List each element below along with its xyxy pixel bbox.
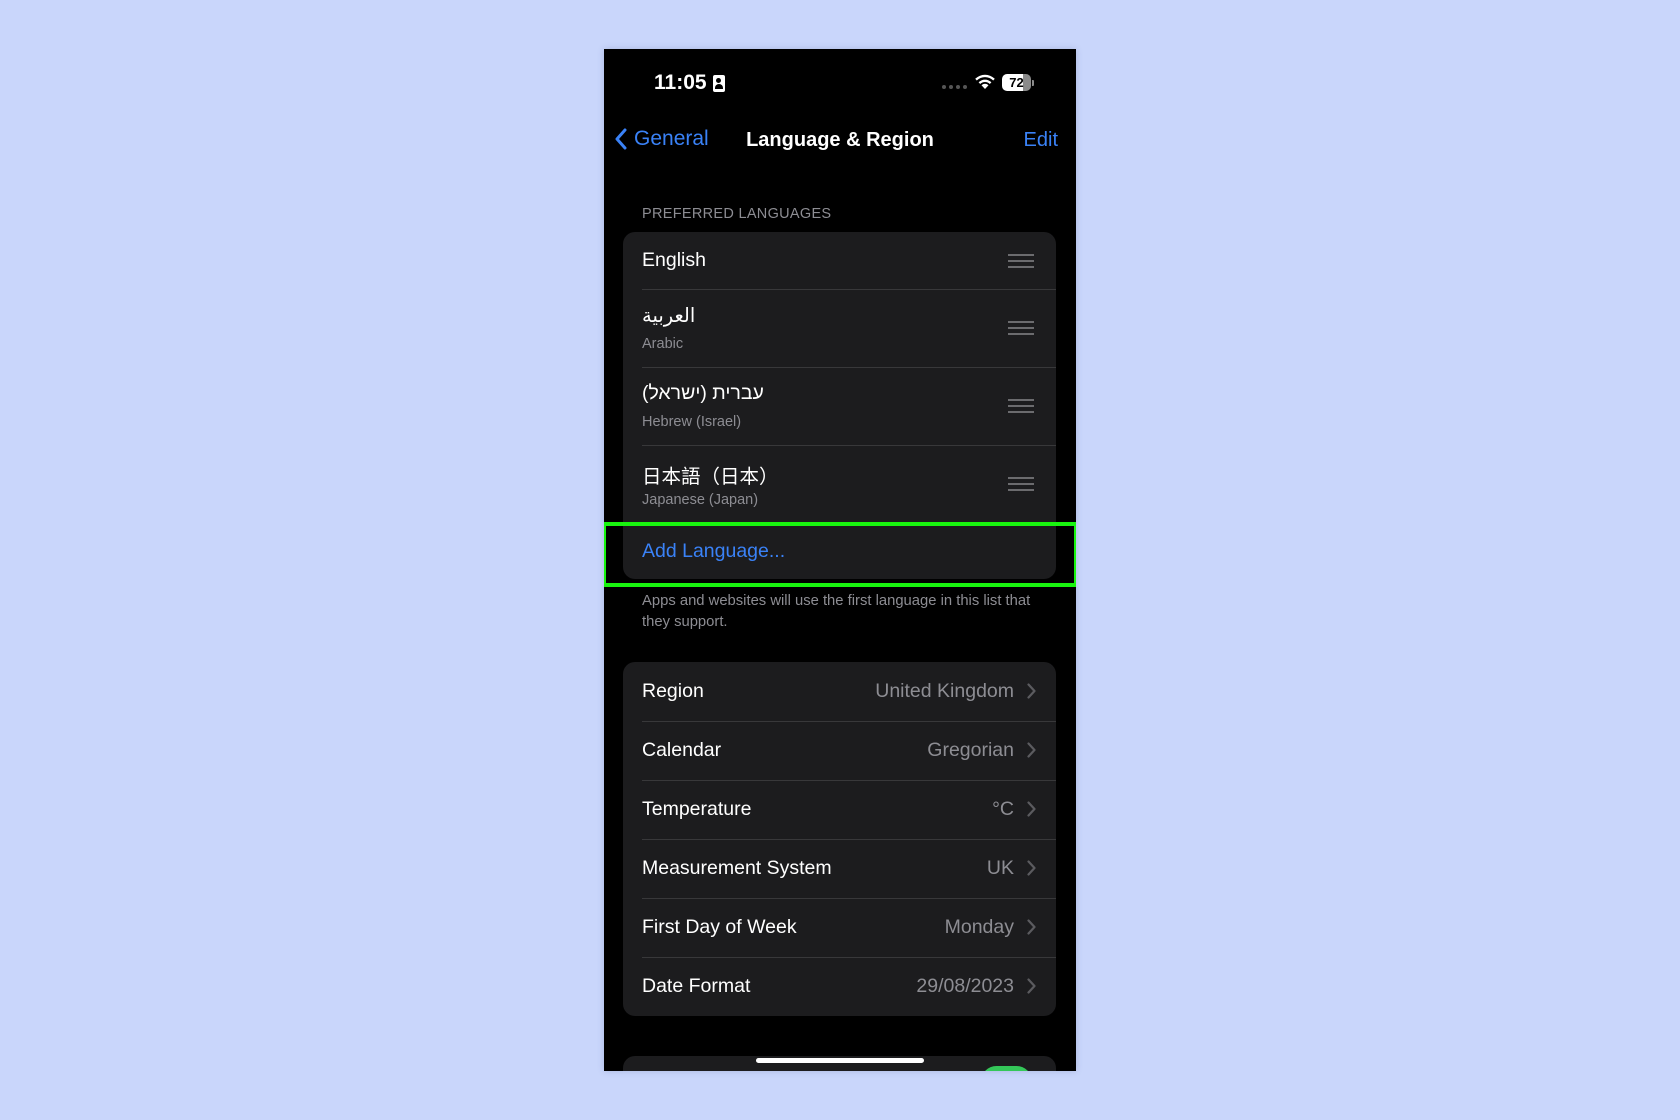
wifi-icon [975, 74, 995, 89]
reorder-handle-icon[interactable] [1008, 254, 1034, 272]
setting-value: United Kingdom [875, 680, 1014, 702]
chevron-right-icon [1027, 860, 1036, 876]
chevron-right-icon [1027, 919, 1036, 935]
setting-label: Date Format [642, 975, 751, 997]
language-name: 日本語（日本） [642, 466, 779, 488]
setting-row-region[interactable]: Region United Kingdom [623, 662, 1056, 721]
language-subtitle: Japanese (Japan) [642, 492, 759, 508]
battery-cap [1032, 80, 1034, 86]
home-indicator[interactable] [756, 1058, 924, 1063]
reorder-handle-icon[interactable] [1008, 399, 1034, 417]
setting-value: °C [992, 798, 1014, 820]
contact-card-icon [712, 74, 725, 92]
language-row-arabic[interactable]: العربية Arabic [623, 289, 1056, 367]
edit-button[interactable]: Edit [1024, 129, 1058, 152]
language-row-english[interactable]: English [623, 232, 1056, 289]
setting-row-first-day-of-week[interactable]: First Day of Week Monday [623, 898, 1056, 957]
setting-row-temperature[interactable]: Temperature °C [623, 780, 1056, 839]
languages-footer-note: Apps and websites will use the first lan… [642, 593, 1031, 630]
setting-value: Monday [944, 916, 1014, 938]
preferred-languages-list: English العربية Arabic עברית (ישראל) Heb… [623, 232, 1056, 579]
setting-label: Region [642, 680, 704, 702]
setting-row-measurement-system[interactable]: Measurement System UK [623, 839, 1056, 898]
chevron-right-icon [1027, 683, 1036, 699]
language-name: العربية [642, 305, 696, 327]
cellular-signal-icon [942, 85, 967, 89]
battery-percent: 72 [1009, 75, 1024, 90]
language-row-hebrew[interactable]: עברית (ישראל) Hebrew (Israel) [623, 367, 1056, 445]
time-label: 11:05 [654, 71, 707, 94]
setting-value: UK [986, 857, 1014, 879]
setting-value: 29/08/2023 [916, 975, 1014, 997]
language-subtitle: Hebrew (Israel) [642, 414, 742, 430]
language-row-japanese[interactable]: 日本語（日本） Japanese (Japan) [623, 445, 1056, 523]
setting-label: Measurement System [642, 857, 832, 879]
chevron-right-icon [1027, 978, 1036, 994]
region-settings-list: Region United Kingdom Calendar Gregorian… [623, 662, 1056, 1016]
chevron-right-icon [1027, 801, 1036, 817]
language-name: English [642, 249, 706, 271]
page-title: Language & Region [746, 129, 934, 151]
setting-row-calendar[interactable]: Calendar Gregorian [623, 721, 1056, 780]
setting-label: First Day of Week [642, 916, 797, 938]
setting-row-date-format[interactable]: Date Format 29/08/2023 [623, 957, 1056, 1016]
reorder-handle-icon[interactable] [1008, 321, 1034, 339]
chevron-right-icon [1027, 742, 1036, 758]
language-name: עברית (ישראל) [642, 382, 764, 404]
setting-value: Gregorian [927, 739, 1014, 761]
setting-label: Calendar [642, 739, 722, 761]
phone-screen: 11:05 72 General Language & Region Edit … [604, 49, 1076, 1071]
section-header-preferred-languages: PREFERRED LANGUAGES [642, 206, 832, 222]
toggle-switch[interactable] [981, 1066, 1032, 1071]
setting-label: Temperature [642, 798, 752, 820]
status-time: 11:05 [654, 71, 725, 95]
reorder-handle-icon[interactable] [1008, 477, 1034, 495]
add-language-label[interactable]: Add Language... [642, 540, 785, 563]
add-language-button[interactable]: Add Language... [623, 523, 1056, 579]
battery-icon: 72 [1002, 74, 1031, 91]
language-subtitle: Arabic [642, 336, 684, 352]
